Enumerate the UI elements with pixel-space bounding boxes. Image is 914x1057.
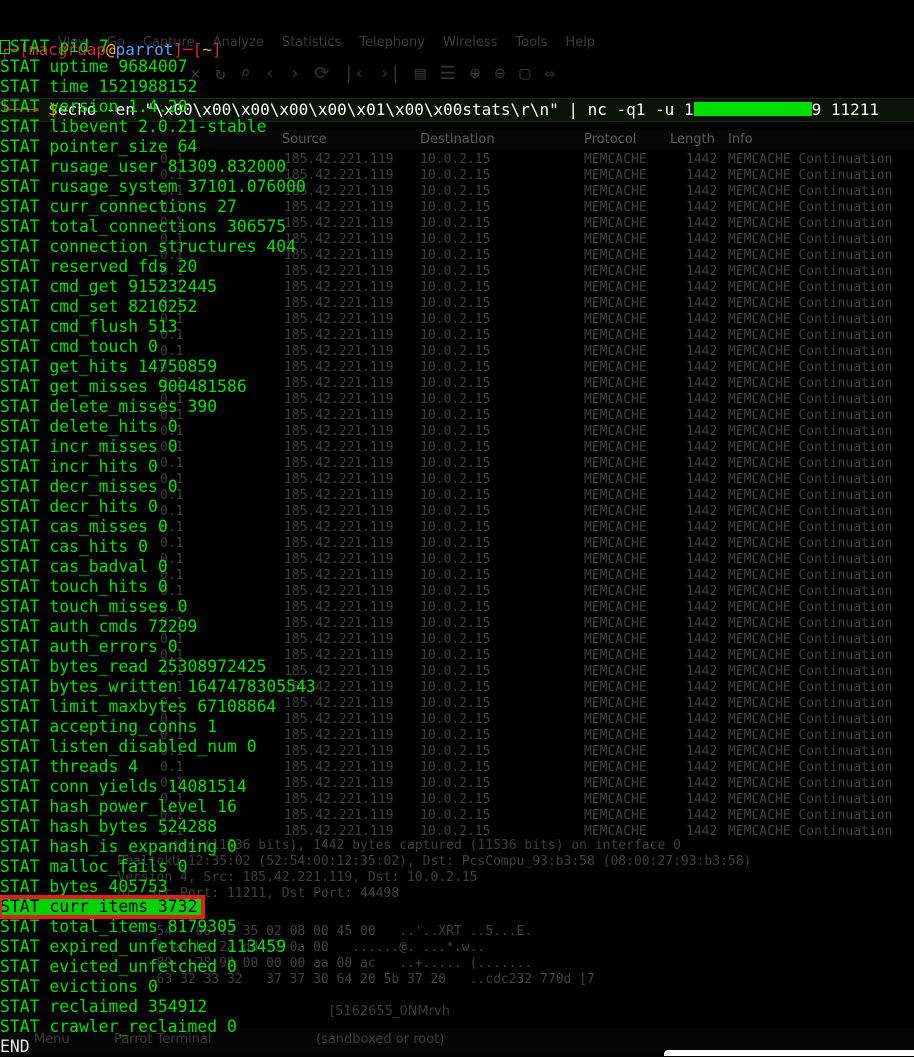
- stat-line: STAT uptime 9684007: [0, 57, 188, 76]
- stat-line: STAT hash_power_level 16: [0, 797, 237, 816]
- stat-line: STAT touch_misses 0: [0, 597, 188, 616]
- stat-line: STAT curr_connections 27: [0, 197, 237, 216]
- stat-line: STAT pid 7: [0, 37, 914, 57]
- stat-line: STAT cas_misses 0: [0, 517, 168, 536]
- terminal-cursor: [664, 1050, 914, 1056]
- highlighted-stat-line: STAT curr_items 3732: [0, 895, 206, 919]
- stat-line: STAT accepting_conns 1: [0, 717, 218, 736]
- stat-line: STAT rusage_user 81309.832000: [0, 157, 287, 176]
- stat-line: STAT bytes 405753: [0, 877, 168, 896]
- stat-line: STAT limit_maxbytes 67108864: [0, 697, 277, 716]
- stat-line: STAT connection_structures 404: [0, 237, 297, 256]
- stat-line: STAT conn_yields 14081514: [0, 777, 247, 796]
- stat-line: STAT pointer_size 64: [0, 137, 198, 156]
- stat-line: STAT rusage_system 37101.076000: [0, 177, 306, 196]
- stat-line: STAT incr_misses 0: [0, 437, 178, 456]
- stat-line: STAT time 1521988152: [0, 77, 198, 96]
- stat-line: STAT delete_misses 390: [0, 397, 218, 416]
- stat-line: STAT expired_unfetched 113459: [0, 937, 287, 956]
- stat-line: STAT reclaimed 354912: [0, 997, 208, 1016]
- stat-line: STAT hash_bytes 524288: [0, 817, 218, 836]
- stat-line: STAT total_items 8179305: [0, 917, 237, 936]
- stat-line: STAT decr_misses 0: [0, 477, 178, 496]
- stat-line: STAT cas_hits 0: [0, 537, 149, 556]
- stat-line: STAT cmd_get 915232445: [0, 277, 218, 296]
- stat-line: STAT get_misses 900481586: [0, 377, 247, 396]
- stat-line: STAT cas_badval 0: [0, 557, 168, 576]
- stat-line: STAT evictions 0: [0, 977, 158, 996]
- stat-line: STAT malloc_fails 0: [0, 857, 188, 876]
- stat-line: STAT cmd_set 8210252: [0, 297, 198, 316]
- stat-line: STAT touch_hits 0: [0, 577, 168, 596]
- stat-line: STAT version 1.4.20: [0, 97, 188, 116]
- terminal-prompt: ┌─[macgruap@parrot]─[~] └──╼ $echo -en "…: [0, 0, 914, 119]
- stat-line: STAT crawler_reclaimed 0: [0, 1017, 237, 1036]
- stat-line: STAT libevent 2.0.21-stable: [0, 117, 267, 136]
- stat-line: STAT cmd_flush 513: [0, 317, 178, 336]
- stat-line: STAT bytes_read 25308972425: [0, 657, 267, 676]
- stat-line: STAT cmd_touch 0: [0, 337, 158, 356]
- terminal-output: STAT pid 7 STAT uptime 9684007 STAT time 1…: [0, 37, 914, 1057]
- stat-line: STAT reserved_fds 20: [0, 257, 198, 276]
- stat-line: STAT threads 4: [0, 757, 139, 776]
- stat-line: STAT delete_hits 0: [0, 417, 178, 436]
- stat-line: STAT evicted_unfetched 0: [0, 957, 237, 976]
- stat-line: STAT bytes_written 1647478305543: [0, 677, 316, 696]
- stat-line: STAT auth_errors 0: [0, 637, 178, 656]
- stat-line: STAT get_hits 14750859: [0, 357, 218, 376]
- stat-line: STAT hash_is_expanding 0: [0, 837, 237, 856]
- stat-line: STAT auth_cmds 72209: [0, 617, 198, 636]
- stat-line: STAT listen_disabled_num 0: [0, 737, 257, 756]
- stat-line: STAT decr_hits 0: [0, 497, 158, 516]
- stat-line: STAT incr_hits 0: [0, 457, 158, 476]
- stat-line: STAT total_connections 306575: [0, 217, 287, 236]
